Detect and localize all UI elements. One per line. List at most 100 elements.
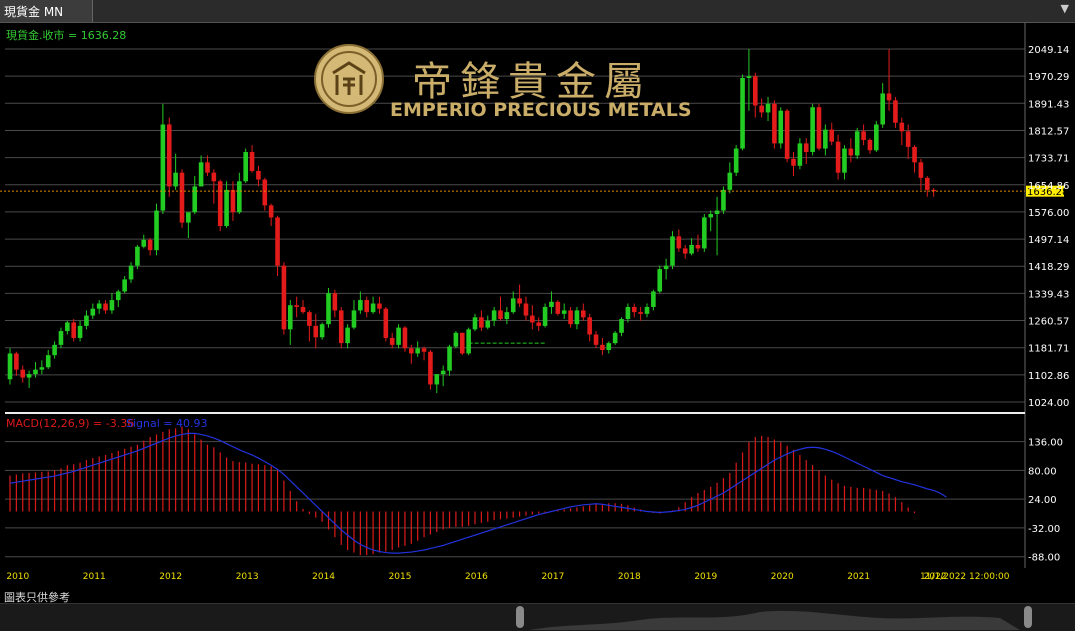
candle-body <box>33 369 38 375</box>
price-tick-label: 1812.57 <box>1028 126 1069 137</box>
candle-body <box>428 351 433 385</box>
candle-body <box>835 141 841 173</box>
candle-body <box>115 291 121 301</box>
candle-body <box>702 217 707 249</box>
scroll-handle-right[interactable] <box>1024 606 1032 628</box>
candle-body <box>77 325 83 338</box>
candle-body <box>791 158 796 166</box>
candle-body <box>657 269 663 292</box>
candle-body <box>625 306 631 320</box>
candle-body <box>651 291 656 307</box>
candle-body <box>740 77 745 149</box>
candle-body <box>364 300 370 313</box>
candle-body <box>714 210 720 214</box>
candle-body <box>205 162 210 173</box>
candle-body <box>504 312 510 320</box>
scroll-handle-left[interactable] <box>516 606 524 628</box>
year-tick-label: 2018 <box>618 572 641 582</box>
candle-body <box>71 322 76 338</box>
candle-body <box>612 332 618 344</box>
candle-body <box>52 344 57 356</box>
price-tick-label: 1497.14 <box>1028 235 1069 246</box>
candle-body <box>122 279 127 292</box>
candle-body <box>287 305 293 330</box>
price-tick-label: 1654.86 <box>1028 181 1069 192</box>
candle-body <box>396 327 401 345</box>
price-tick-label: 1181.71 <box>1028 344 1069 355</box>
candle-body <box>810 107 815 153</box>
candle-body <box>268 205 274 218</box>
candle-body <box>345 327 350 344</box>
candle-body <box>561 310 567 314</box>
candle-body <box>58 331 64 345</box>
candle-body <box>695 244 701 249</box>
candle-body <box>179 172 185 223</box>
price-tick-label: 1576.00 <box>1028 208 1069 219</box>
candle-body <box>20 369 26 378</box>
candle-body <box>721 189 726 211</box>
candle-body <box>192 186 198 213</box>
candle-body <box>256 170 261 180</box>
candle-body <box>237 181 242 213</box>
time-cursor-label: 11/1/2022 12:00:00 <box>920 572 1010 582</box>
candle-body <box>848 148 854 156</box>
candle-body <box>581 310 586 318</box>
candle-body <box>606 343 612 351</box>
macd-tick-label: 80.00 <box>1028 466 1057 477</box>
macd-tick-label: -88.00 <box>1028 553 1060 564</box>
candle-body <box>166 124 172 187</box>
candle-body <box>803 143 809 153</box>
candle-body <box>243 152 248 182</box>
candle-body <box>886 93 892 101</box>
chevron-down-icon[interactable]: ▼ <box>1061 2 1069 15</box>
candle-body <box>434 374 440 385</box>
candle-body <box>689 244 694 254</box>
candle-body <box>447 346 452 371</box>
candle-body <box>440 370 446 375</box>
price-tick-label: 1891.43 <box>1028 99 1069 110</box>
candle-body <box>593 334 599 345</box>
timeline-scroller[interactable] <box>0 603 1075 631</box>
candle-body <box>307 312 312 326</box>
candle-body <box>160 124 166 211</box>
year-tick-label: 2010 <box>6 572 29 582</box>
candle-body <box>351 310 357 328</box>
candle-body <box>421 348 427 352</box>
candle-body <box>523 303 529 316</box>
candle-body <box>459 332 465 354</box>
candle-body <box>759 105 764 113</box>
candle-body <box>542 306 548 326</box>
candle-body <box>663 265 669 270</box>
candle-body <box>619 319 624 333</box>
candle-body <box>402 327 408 349</box>
candle-body <box>479 317 484 328</box>
signal-legend: Signal = 40.93 <box>126 417 208 430</box>
candle-body <box>326 293 331 325</box>
candle-body <box>816 107 822 149</box>
candle-body <box>733 148 739 173</box>
candle-body <box>319 324 325 338</box>
candle-body <box>510 298 516 313</box>
candle-body <box>587 317 592 335</box>
candle-body <box>778 110 784 144</box>
candle-body <box>772 103 777 144</box>
macd-tick-label: -32.00 <box>1028 524 1060 535</box>
candle-body <box>670 236 675 266</box>
chart-area[interactable]: 帝鋒貴金屬 EMPERIO PRECIOUS METALS 1636.28 現貨… <box>0 23 1075 589</box>
candle-body <box>867 139 873 151</box>
candle-body <box>141 239 147 247</box>
candle-body <box>676 236 682 249</box>
candle-body <box>224 189 229 227</box>
candle-body <box>103 303 108 311</box>
brand-english: EMPERIO PRECIOUS METALS <box>390 99 692 121</box>
tab-chart[interactable]: 現貨金 MN <box>0 0 93 22</box>
candle-body <box>135 246 140 266</box>
candle-body <box>797 143 803 166</box>
year-tick-label: 2021 <box>847 572 870 582</box>
price-tick-label: 1339.43 <box>1028 289 1069 300</box>
candle-body <box>752 76 758 106</box>
candle-body <box>389 337 395 345</box>
price-tick-label: 1102.86 <box>1028 371 1069 382</box>
candle-body <box>453 332 459 347</box>
candle-body <box>491 310 497 321</box>
